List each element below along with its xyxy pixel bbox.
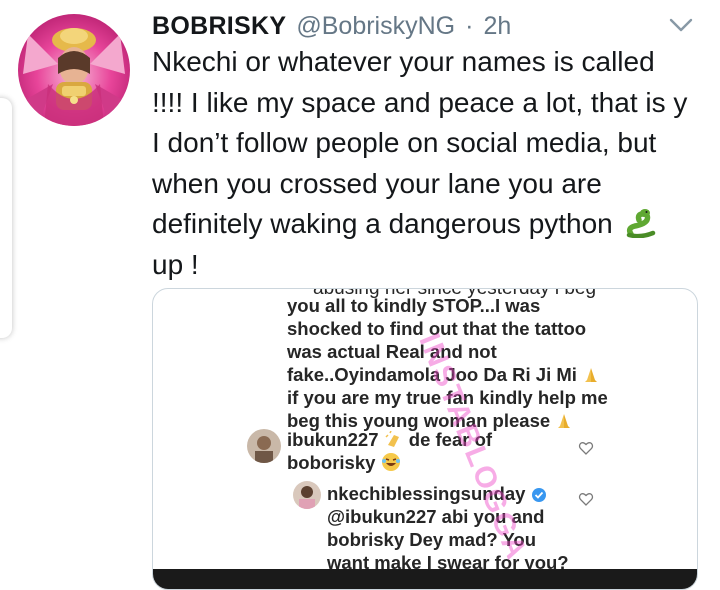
comment-username[interactable]: ibukun227 — [287, 429, 379, 450]
like-heart-icon[interactable] — [578, 491, 594, 507]
folded-hands-emoji — [555, 412, 573, 435]
tweet-text-main: Nkechi or whatever your names is called … — [152, 46, 688, 239]
verified-badge-icon — [531, 486, 547, 508]
instagram-screenshot: abusing her since yesterday i beg you al… — [153, 289, 697, 589]
user-handle[interactable]: @BobriskyNG — [296, 12, 455, 41]
comment-avatar[interactable] — [247, 429, 281, 463]
chevron-down-icon[interactable] — [666, 14, 696, 36]
comment-1-line-2: boborisky — [287, 452, 401, 477]
previous-card-edge — [0, 98, 12, 338]
tweet-header: BOBRISKY @BobriskyNG · 2h — [152, 8, 511, 44]
clapping-hands-emoji — [384, 430, 404, 454]
tweet-media[interactable]: abusing her since yesterday i beg you al… — [152, 288, 698, 590]
tweet-text: Nkechi or whatever your names is called … — [152, 42, 692, 285]
separator-dot: · — [465, 11, 474, 40]
avatar-image — [18, 14, 130, 126]
comment-1-text-2: boborisky — [287, 452, 376, 473]
caption-line-1: you all to kindly STOP...I was — [287, 295, 541, 316]
media-bottom-bar — [153, 569, 697, 589]
tweet-text-end: up ! — [152, 248, 199, 280]
display-name[interactable]: BOBRISKY — [152, 12, 286, 41]
laughing-emoji — [381, 452, 401, 477]
like-heart-icon[interactable] — [578, 440, 594, 456]
caption-line-3: was actual Real and not — [287, 341, 497, 362]
snake-emoji — [625, 208, 657, 239]
caption-line-6: beg this young woman please — [287, 410, 551, 431]
comment-avatar[interactable] — [293, 481, 321, 509]
profile-avatar[interactable] — [18, 14, 130, 126]
timestamp[interactable]: 2h — [483, 12, 511, 41]
folded-hands-emoji — [582, 366, 600, 389]
